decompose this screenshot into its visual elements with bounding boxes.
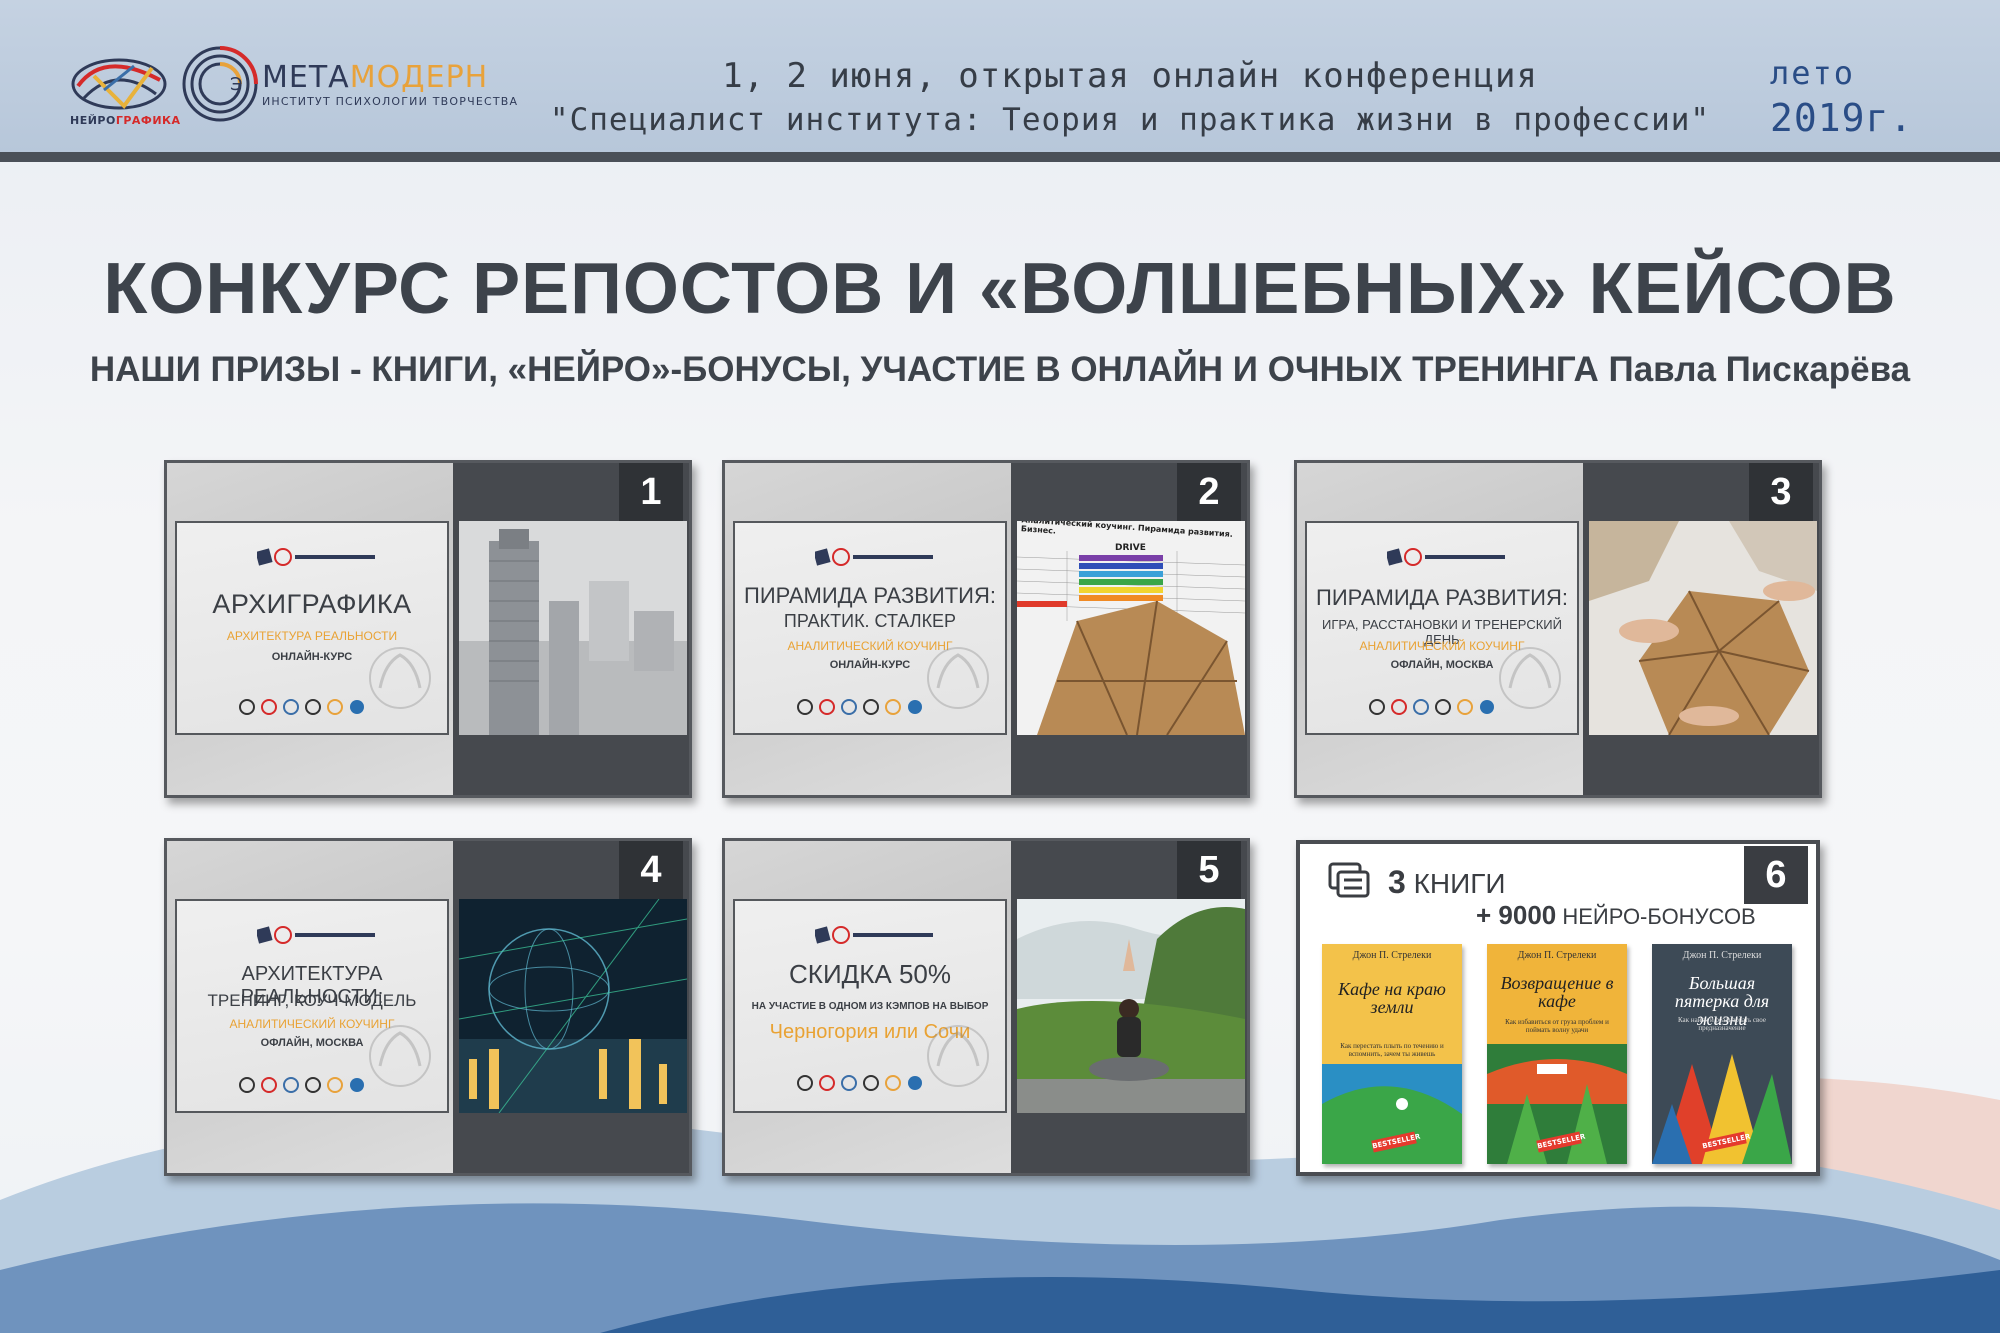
course-title-2: ПРАКТИК. СТАЛКЕР: [783, 611, 957, 631]
prize-card-2: 2 ПИРАМИДА РАЗВИТИЯ: ПРАКТИК. СТАЛКЕР АН…: [722, 460, 1250, 798]
book-illustration: [1322, 1064, 1462, 1164]
prize-card-4: 4 АРХИТЕКТУРА РЕАЛЬНОСТИ: ТРЕНИНГ, КОУЧ-…: [164, 838, 692, 1176]
skyscraper-photo: [459, 521, 687, 735]
books-count-line: 3 КНИГИ: [1388, 864, 1506, 900]
prize-card-1: 1 АРХИГРАФИКА АРХИТЕКТУРА РЕАЛЬНОСТИ ОНЛ…: [164, 460, 692, 798]
discount-details: НА УЧАСТИЕ В ОДНОМ ИЗ КЭМПОВ НА ВЫБОР: [751, 1001, 989, 1012]
metamodern-mini-logo-icon: [815, 926, 933, 944]
conference-date-line: 1, 2 июня, открытая онлайн конференция: [722, 56, 1538, 96]
course-title-2: ТРЕНИНГ, КОУЧ-МОДЕЛЬ: [207, 991, 417, 1010]
card-number: 2: [1177, 463, 1241, 521]
card-number: 6: [1744, 846, 1808, 904]
book-title: Кафе на краю земли: [1338, 979, 1446, 1017]
course-slide: АРХИГРАФИКА АРХИТЕКТУРА РЕАЛЬНОСТИ ОНЛАЙ…: [175, 521, 449, 735]
hands-pyramid-photo: [1589, 521, 1817, 735]
course-accent: АРХИТЕКТУРА РЕАЛЬНОСТИ: [226, 629, 398, 643]
card-number: 4: [619, 841, 683, 899]
book-cover-1: Джон П. Стрелеки Кафе на краю земли Как …: [1322, 944, 1462, 1164]
laurel-wreath-icon: [369, 647, 431, 709]
book-author: Джон П. Стрелеки: [1517, 950, 1597, 961]
laurel-wreath-icon: [369, 1025, 431, 1087]
metamodern-logo-icon: Э: [182, 46, 258, 122]
book-author: Джон П. Стрелеки: [1352, 950, 1432, 961]
book-cover-3: Джон П. Стрелеки Большая пятерка для жиз…: [1652, 944, 1792, 1164]
laurel-wreath-icon: [927, 1025, 989, 1087]
conference-name-line: "Специалист института: Теория и практика…: [549, 102, 1711, 138]
course-title: ПИРАМИДА РАЗВИТИЯ:: [744, 583, 996, 608]
card-number: 5: [1177, 841, 1241, 899]
books-icon: [1328, 862, 1370, 898]
svg-text:Э: Э: [230, 74, 243, 95]
book-subtitle: Как избавиться от груза проблем и поймат…: [1505, 1018, 1609, 1034]
neurographica-logo-label: НЕЙРОГРАФИКА: [70, 114, 181, 127]
card-number: 3: [1749, 463, 1813, 521]
discount-title: СКИДКА 50%: [789, 959, 951, 989]
page-subtitle: НАШИ ПРИЗЫ - КНИГИ, «НЕЙРО»-БОНУСЫ, УЧАС…: [89, 350, 1911, 389]
course-slide: АРХИТЕКТУРА РЕАЛЬНОСТИ: ТРЕНИНГ, КОУЧ-МО…: [175, 899, 449, 1113]
book-title: Возвращение в кафе: [1500, 973, 1614, 1011]
course-slide: ПИРАМИДА РАЗВИТИЯ: ИГРА, РАССТАНОВКИ И Т…: [1305, 521, 1579, 735]
book-subtitle: Как найти и реализовать свое предназначе…: [1677, 1016, 1766, 1032]
laurel-wreath-icon: [927, 647, 989, 709]
metamodern-subtitle: ИНСТИТУТ ПСИХОЛОГИИ ТВОРЧЕСТВА: [262, 95, 519, 108]
course-title: АРХИГРАФИКА: [212, 589, 412, 619]
metamodern-mini-logo-icon: [1387, 548, 1505, 566]
page-title: КОНКУРС РЕПОСТОВ И «ВОЛШЕБНЫХ» КЕЙСОВ: [103, 249, 1897, 329]
course-title: ПИРАМИДА РАЗВИТИЯ:: [1316, 585, 1568, 610]
header-banner: НЕЙРОГРАФИКА Э МЕТАМОДЕРН ИНСТИТУТ ПСИХО…: [0, 0, 2000, 162]
laurel-wreath-icon: [1499, 647, 1561, 709]
metamodern-mini-logo-icon: [257, 548, 375, 566]
book-subtitle: Как перестать плыть по течению и вспомни…: [1340, 1042, 1444, 1058]
metamodern-name: МЕТАМОДЕРН: [262, 60, 489, 95]
bonus-line: + 9000 НЕЙРО-БОНУСОВ: [1476, 900, 1756, 930]
book-author: Джон П. Стрелеки: [1682, 950, 1762, 961]
card-number: 1: [619, 463, 683, 521]
network-globe-photo: [459, 899, 687, 1113]
prize-card-3: 3 ПИРАМИДА РАЗВИТИЯ: ИГРА, РАССТАНОВКИ И…: [1294, 460, 1822, 798]
book-cover-2: Джон П. Стрелеки Возвращение в кафе Как …: [1487, 944, 1627, 1164]
prize-card-6: 6 3 КНИГИ + 9000 НЕЙРО-БОНУСОВ Джон П. С…: [1296, 840, 1820, 1176]
year-label: 2019г.: [1770, 96, 1914, 140]
pyramid-table-photo: Аналитический коучинг. Пирамида развития…: [1017, 521, 1245, 735]
metamodern-mini-logo-icon: [257, 926, 375, 944]
prize-card-5: 5 СКИДКА 50% НА УЧАСТИЕ В ОДНОМ ИЗ КЭМПО…: [722, 838, 1250, 1176]
course-slide: ПИРАМИДА РАЗВИТИЯ: ПРАКТИК. СТАЛКЕР АНАЛ…: [733, 521, 1007, 735]
yoga-mountains-photo: [1017, 899, 1245, 1113]
course-slide: СКИДКА 50% НА УЧАСТИЕ В ОДНОМ ИЗ КЭМПОВ …: [733, 899, 1007, 1113]
metamodern-mini-logo-icon: [815, 548, 933, 566]
season-label: лето: [1770, 54, 1856, 92]
